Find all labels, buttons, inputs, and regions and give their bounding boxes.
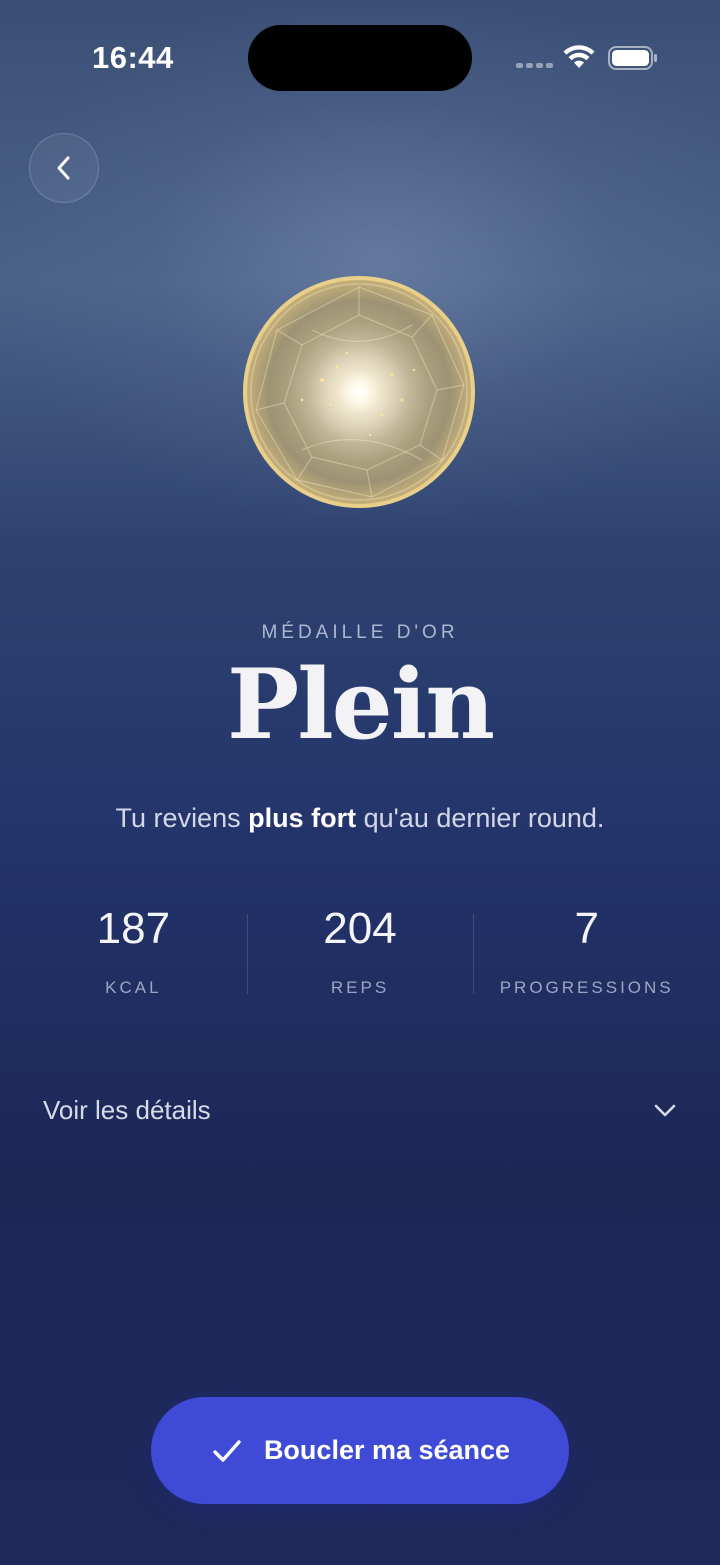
- stat-value: 204: [323, 904, 397, 953]
- details-label: Voir les détails: [43, 1094, 211, 1125]
- checkmark-icon: [213, 1439, 241, 1462]
- medal-title: Plein: [227, 648, 495, 761]
- cellular-signal-icon: [516, 63, 553, 68]
- subtitle-bold: plus fort: [248, 803, 357, 833]
- stat-label: REPS: [330, 978, 390, 997]
- stat-label: PROGRESSIONS: [499, 978, 674, 997]
- dynamic-island: [248, 25, 472, 91]
- back-button[interactable]: [29, 133, 99, 203]
- stat-reps: 204 REPS: [246, 900, 474, 1000]
- gold-medal-icon: [243, 276, 475, 508]
- details-toggle[interactable]: Voir les détails: [43, 1090, 679, 1130]
- stat-value: 187: [96, 904, 171, 953]
- subtitle-before: Tu reviens: [115, 803, 249, 833]
- subtitle: Tu reviens plus fort qu'au dernier round…: [0, 803, 720, 834]
- battery-icon: [608, 46, 657, 70]
- wifi-icon: [563, 45, 595, 68]
- medal-kicker: MÉDAILLE D'OR: [261, 622, 459, 643]
- chevron-down-icon: [654, 1104, 676, 1117]
- status-time: 16:44: [92, 40, 174, 75]
- chevron-left-icon: [57, 156, 70, 180]
- finish-session-button[interactable]: Boucler ma séance: [151, 1397, 569, 1504]
- stat-progressions: 7 PROGRESSIONS: [473, 900, 700, 1000]
- subtitle-after: qu'au dernier round.: [356, 803, 605, 833]
- stat-kcal: 187 KCAL: [20, 900, 247, 1000]
- stat-label: KCAL: [105, 978, 162, 997]
- stat-value: 7: [574, 904, 599, 953]
- stats-row: 187 KCAL 204 REPS 7 PROGRESSIONS: [20, 900, 700, 1000]
- finish-session-label: Boucler ma séance: [263, 1435, 511, 1465]
